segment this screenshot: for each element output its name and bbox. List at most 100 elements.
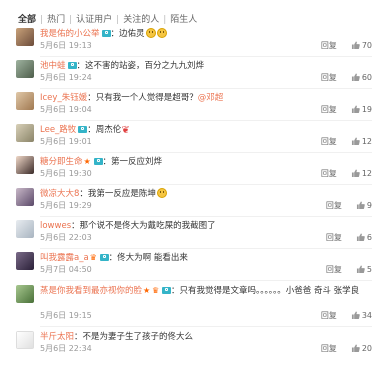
thumbs-up-icon — [351, 73, 360, 81]
comment-text: ：周杰伦 — [87, 125, 122, 135]
like-count: 70 — [361, 41, 372, 50]
tab-strangers[interactable]: 陌生人 — [170, 12, 197, 25]
thumbs-up-icon — [351, 137, 360, 145]
timestamp: 5月6日 22:34 — [40, 344, 92, 353]
crown-badge-icon: ♛ — [89, 253, 97, 262]
like-button[interactable]: 9 — [356, 201, 372, 211]
tab-following[interactable]: 关注的人 — [123, 12, 159, 25]
mention-link[interactable]: @邓超 — [198, 93, 224, 103]
divider — [40, 56, 372, 57]
avatar[interactable] — [16, 188, 34, 206]
like-button[interactable]: 12 — [351, 169, 372, 179]
comment-text: ：边佑灵 — [110, 29, 145, 39]
reply-button[interactable]: 回复 — [321, 311, 337, 321]
reply-button[interactable]: 回复 — [321, 73, 337, 83]
thumbs-up-icon — [351, 311, 360, 319]
comment-text: ：不是为妻子生了孩子的佟大么 — [74, 332, 194, 342]
comment-text-line: 糖分即生命★ ：第一反应刘烨 — [40, 156, 162, 168]
comment-actions: 回复 20 — [321, 344, 372, 354]
reply-button[interactable]: 回复 — [326, 265, 342, 275]
reply-button[interactable]: 回复 — [321, 41, 337, 51]
comment-item: 半斤太阳：不是为妻子生了孩子的佟大么 5月6日 22:34 回复 20 — [16, 331, 372, 357]
like-button[interactable]: 5 — [356, 265, 372, 275]
avatar[interactable] — [16, 285, 34, 303]
tab-separator: | — [163, 15, 167, 25]
comment-item: 蒸是你我看到最亦视你的脸★ ♛ ：只有我觉得是文章吗。。。。。。小爸爸 奇斗 张学良… — [16, 285, 372, 327]
username[interactable]: 糖分即生命 — [40, 157, 83, 167]
comment-actions: 回复 60 — [321, 73, 372, 83]
comment-text-line: Icey_朱钰媛：只有我一个人觉得是超哥？@邓超 — [40, 92, 223, 104]
timestamp: 5月6日 19:04 — [40, 105, 92, 114]
thumbs-up-icon — [356, 265, 365, 273]
divider — [40, 326, 372, 327]
comment-text-line: 蒸是你我看到最亦视你的脸★ ♛ ：只有我觉得是文章吗。。。。。。小爸爸 奇斗 张学良 — [40, 285, 364, 297]
crown-badge-icon: ♛ — [152, 286, 160, 295]
like-button[interactable]: 20 — [351, 344, 372, 354]
like-button[interactable]: 70 — [351, 41, 372, 51]
membership-badge-icon — [101, 30, 111, 37]
comment-text-line: lowwes：那个说不是佟大为戴吃屎的我截图了 — [40, 220, 216, 232]
comment-item: Lee_路牧 ：周杰伦❦ 5月6日 19:01 回复 12 — [16, 124, 372, 153]
username[interactable]: Lee_路牧 — [40, 125, 76, 135]
username[interactable]: 池中蛙 — [40, 61, 66, 71]
tab-separator: | — [69, 15, 73, 25]
like-button[interactable]: 60 — [351, 73, 372, 83]
comment-item: 微凉大大8：我第一反应是陈坤 5月6日 19:29 回复 9 — [16, 188, 372, 217]
comments-panel: 全部 | 热门 | 认证用户 | 关注的人 | 陌生人 我是佑的小公举 ：边佑灵 5月6日 19:… — [0, 0, 388, 372]
username[interactable]: Icey_朱钰媛 — [40, 93, 87, 103]
avatar[interactable] — [16, 331, 34, 349]
avatar[interactable] — [16, 92, 34, 110]
like-count: 12 — [361, 169, 372, 178]
reply-button[interactable]: 回复 — [321, 344, 337, 354]
smile-emoji-icon — [156, 188, 167, 198]
username[interactable]: 蒸是你我看到最亦视你的脸 — [40, 286, 142, 296]
timestamp: 5月6日 22:03 — [40, 233, 92, 242]
reply-button[interactable]: 回复 — [326, 233, 342, 243]
timestamp: 5月6日 19:24 — [40, 73, 92, 82]
membership-badge-icon — [162, 287, 172, 294]
membership-badge-icon — [99, 254, 109, 261]
filter-tabs: 全部 | 热门 | 认证用户 | 关注的人 | 陌生人 — [18, 12, 197, 25]
like-button[interactable]: 19 — [351, 105, 372, 115]
username[interactable]: 叫我露露a_a — [40, 253, 89, 263]
comment-text-line: 池中蛙 ：这不害的站姿，百分之九九刘烨 — [40, 60, 204, 72]
comment-text-line: 微凉大大8：我第一反应是陈坤 — [40, 188, 167, 200]
like-button[interactable]: 34 — [351, 311, 372, 321]
reply-button[interactable]: 回复 — [326, 201, 342, 211]
avatar[interactable] — [16, 60, 34, 78]
reply-button[interactable]: 回复 — [321, 137, 337, 147]
comment-actions: 回复 70 — [321, 41, 372, 51]
tab-all[interactable]: 全部 — [18, 12, 36, 25]
comment-text: ：那个说不是佟大为戴吃屎的我截图了 — [71, 221, 216, 231]
username[interactable]: lowwes — [40, 221, 71, 231]
divider — [40, 152, 372, 153]
username[interactable]: 我是佑的小公举 — [40, 29, 100, 39]
like-button[interactable]: 6 — [356, 233, 372, 243]
reply-button[interactable]: 回复 — [321, 105, 337, 115]
smile-emoji-icon — [156, 28, 167, 38]
like-button[interactable]: 12 — [351, 137, 372, 147]
reply-button[interactable]: 回复 — [321, 169, 337, 179]
avatar[interactable] — [16, 156, 34, 174]
membership-badge-icon — [78, 126, 88, 133]
star-badge-icon: ★ — [143, 286, 151, 295]
smile-emoji-icon — [145, 28, 156, 38]
divider — [40, 184, 372, 185]
comment-text: ：佟大为啊 能看出来 — [108, 253, 188, 263]
timestamp: 5月6日 19:15 — [40, 311, 92, 320]
avatar[interactable] — [16, 220, 34, 238]
like-count: 5 — [366, 265, 372, 274]
avatar[interactable] — [16, 28, 34, 46]
avatar[interactable] — [16, 252, 34, 270]
comment-text: ：我第一反应是陈坤 — [79, 189, 156, 199]
thumbs-up-icon — [351, 105, 360, 113]
comment-actions: 回复 6 — [326, 233, 372, 243]
like-count: 12 — [361, 137, 372, 146]
avatar[interactable] — [16, 124, 34, 142]
comment-text: ：第一反应刘烨 — [102, 157, 163, 167]
username[interactable]: 半斤太阳 — [40, 332, 74, 342]
tab-hot[interactable]: 热门 — [47, 12, 65, 25]
tab-verified[interactable]: 认证用户 — [76, 12, 112, 25]
username[interactable]: 微凉大大8 — [40, 189, 79, 199]
comment-actions: 回复 19 — [321, 105, 372, 115]
